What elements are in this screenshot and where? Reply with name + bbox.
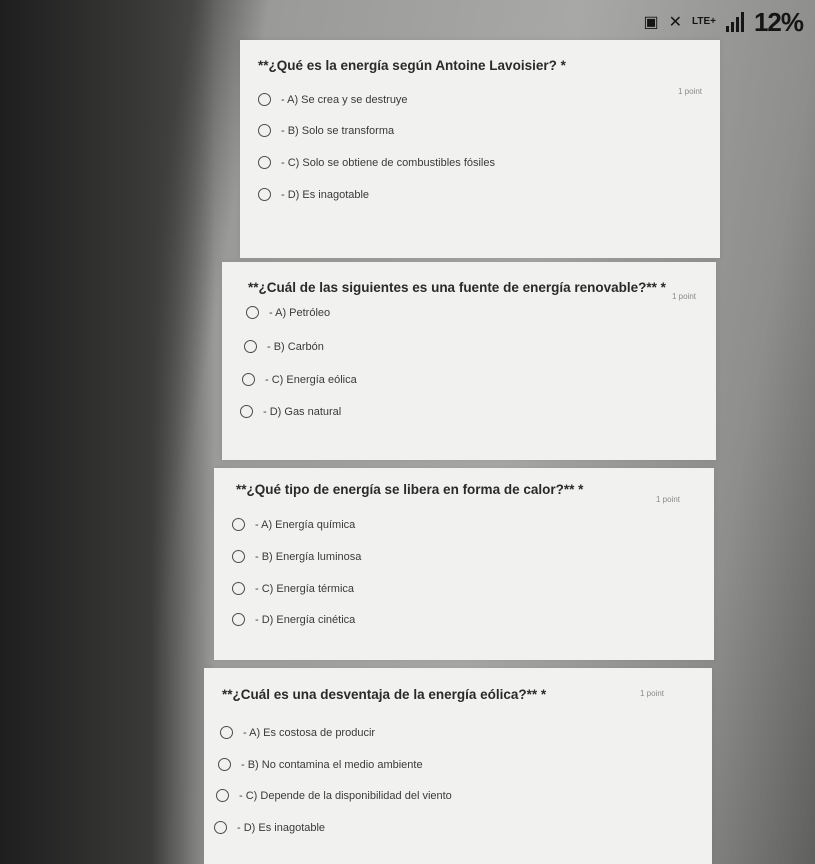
question-title: **¿Qué tipo de energía se libera en form… (236, 482, 584, 497)
option-d[interactable]: - D) Es inagotable (214, 821, 325, 834)
radio-button[interactable] (240, 405, 253, 418)
option-c[interactable]: - C) Energía térmica (232, 582, 354, 595)
radio-button[interactable] (244, 340, 257, 353)
option-label: - B) No contamina el medio ambiente (241, 758, 423, 771)
radio-button[interactable] (232, 550, 245, 563)
question-points: 1 point (672, 292, 697, 301)
option-c[interactable]: - C) Energía eólica (242, 373, 357, 386)
question-card-4: **¿Cuál es una desventaja de la energía … (204, 668, 712, 864)
option-d[interactable]: - D) Es inagotable (258, 188, 369, 201)
option-a[interactable]: - A) Es costosa de producir (220, 726, 375, 739)
option-c[interactable]: - C) Depende de la disponibilidad del vi… (216, 789, 452, 802)
question-card-1: **¿Qué es la energía según Antoine Lavoi… (240, 40, 720, 258)
option-label: - D) Energía cinética (255, 613, 356, 626)
option-c[interactable]: - C) Solo se obtiene de combustibles fós… (258, 156, 495, 169)
option-d[interactable]: - D) Energía cinética (232, 613, 355, 626)
radio-button[interactable] (232, 613, 245, 626)
radio-button[interactable] (258, 93, 271, 106)
option-label: - D) Es inagotable (237, 821, 326, 834)
notification-icon: ▣ (643, 14, 659, 31)
mute-icon: ✕ (668, 14, 682, 31)
question-points: 1 point (656, 495, 681, 504)
question-title: **¿Qué es la energía según Antoine Lavoi… (258, 58, 566, 73)
option-label: - C) Energía eólica (265, 373, 357, 386)
option-label: - A) Petróleo (269, 306, 331, 319)
question-card-2: **¿Cuál de las siguientes es una fuente … (222, 262, 716, 460)
status-bar: ▣ ✕ LTE+ 12% (595, 0, 815, 44)
option-label: - B) Solo se transforma (281, 124, 395, 137)
option-label: - D) Gas natural (263, 405, 342, 418)
option-b[interactable]: - B) Solo se transforma (258, 124, 394, 137)
option-label: - C) Solo se obtiene de combustibles fós… (281, 156, 495, 169)
option-b[interactable]: - B) Carbón (244, 340, 324, 353)
radio-button[interactable] (216, 789, 229, 802)
option-label: - A) Se crea y se destruye (281, 93, 408, 106)
radio-button[interactable] (258, 188, 271, 201)
option-label: - A) Es costosa de producir (243, 726, 376, 739)
option-b[interactable]: - B) Energía luminosa (232, 550, 361, 563)
option-label: - D) Es inagotable (281, 188, 370, 201)
radio-button[interactable] (218, 758, 231, 771)
question-title: **¿Cuál de las siguientes es una fuente … (248, 280, 666, 295)
radio-button[interactable] (232, 518, 245, 531)
option-a[interactable]: - A) Se crea y se destruye (258, 93, 408, 106)
option-label: - C) Energía térmica (255, 582, 355, 595)
question-points: 1 point (678, 87, 703, 96)
radio-button[interactable] (242, 373, 255, 386)
battery-level: 12% (753, 6, 804, 37)
option-a[interactable]: - A) Energía química (232, 518, 355, 531)
option-b[interactable]: - B) No contamina el medio ambiente (218, 758, 423, 771)
option-label: - C) Depende de la disponibilidad del vi… (239, 789, 452, 802)
option-a[interactable]: - A) Petróleo (246, 306, 330, 319)
radio-button[interactable] (258, 156, 271, 169)
option-label: - A) Energía química (255, 518, 356, 531)
question-title: **¿Cuál es una desventaja de la energía … (222, 687, 547, 702)
option-label: - B) Carbón (267, 340, 324, 353)
network-type: LTE+ (691, 16, 716, 27)
radio-button[interactable] (258, 124, 271, 137)
signal-icon (725, 12, 744, 32)
option-d[interactable]: - D) Gas natural (240, 405, 341, 418)
radio-button[interactable] (246, 306, 259, 319)
question-points: 1 point (640, 689, 665, 698)
radio-button[interactable] (232, 582, 245, 595)
option-label: - B) Energía luminosa (255, 550, 362, 563)
radio-button[interactable] (214, 821, 227, 834)
left-shadow (0, 0, 215, 864)
question-card-3: **¿Qué tipo de energía se libera en form… (214, 468, 714, 660)
radio-button[interactable] (220, 726, 233, 739)
